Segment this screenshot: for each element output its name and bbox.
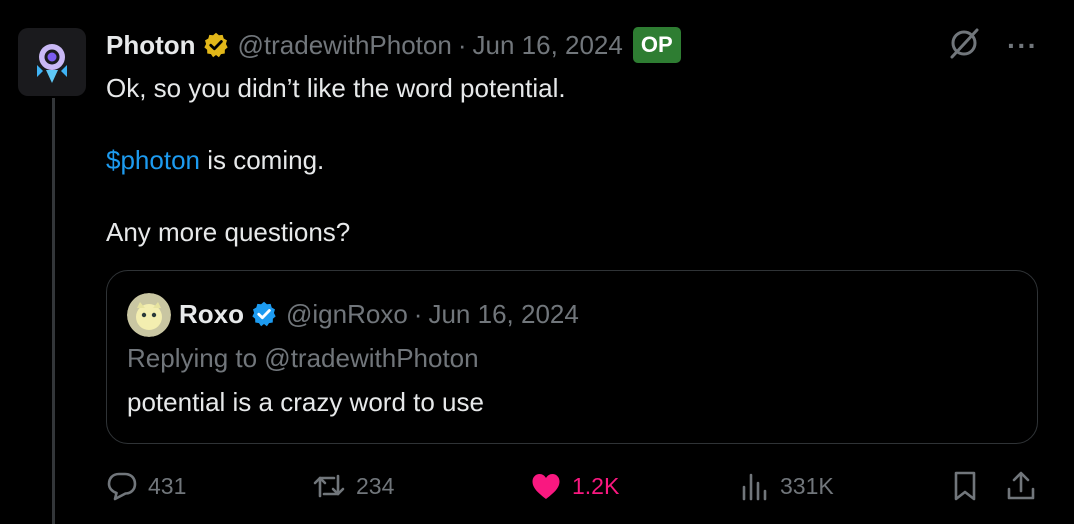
post-text-fragment: is coming. <box>199 145 325 175</box>
quote-header: Roxo @ignRoxo · Jun 16, 2024 <box>179 295 579 333</box>
reply-count: 431 <box>148 472 187 499</box>
post-top-actions: ··· <box>947 26 1038 65</box>
repost-count: 234 <box>356 472 395 499</box>
post-date[interactable]: Jun 16, 2024 <box>473 30 623 61</box>
post-text-line: Any more questions? <box>106 217 351 247</box>
quote-date[interactable]: Jun 16, 2024 <box>428 299 578 330</box>
share-icon <box>1007 471 1035 500</box>
replying-to-label: Replying to @tradewithPhoton <box>127 343 479 373</box>
views-icon <box>742 473 767 501</box>
quote-author-name[interactable]: Roxo <box>179 299 244 330</box>
verified-gold-icon <box>202 31 230 59</box>
post-text-line: $photon is coming. <box>106 142 566 178</box>
post-text: Ok, so you didn’t like the word potentia… <box>106 70 566 250</box>
author-avatar[interactable] <box>18 28 86 96</box>
bookmark-button[interactable] <box>952 466 978 506</box>
grok-icon[interactable] <box>947 26 981 65</box>
post-text-line: Ok, so you didn’t like the word potentia… <box>106 73 566 103</box>
quote-author-avatar[interactable] <box>127 293 171 337</box>
views-button[interactable]: 331K <box>740 466 834 506</box>
cashtag-link[interactable]: $photon <box>106 145 200 175</box>
like-button[interactable]: 1.2K <box>530 466 619 506</box>
quote-header-separator: · <box>413 298 423 329</box>
bookmark-icon <box>954 471 976 501</box>
like-icon <box>532 474 560 499</box>
thread-line <box>52 98 55 524</box>
more-icon[interactable]: ··· <box>1007 31 1038 60</box>
quote-text: potential is a crazy word to use <box>127 387 484 417</box>
verified-blue-icon <box>250 300 278 328</box>
action-bar: 431 234 1.2K 331K <box>106 466 1038 506</box>
like-count: 1.2K <box>572 472 620 499</box>
photon-logo-icon <box>37 44 67 83</box>
post-header: Photon @tradewithPhoton · Jun 16, 2024 O… <box>106 26 681 64</box>
share-button[interactable] <box>1006 466 1036 506</box>
quoted-post-card[interactable]: Roxo @ignRoxo · Jun 16, 2024 Replying to… <box>106 270 1038 444</box>
views-count: 331K <box>780 472 834 499</box>
header-separator: · <box>457 29 467 60</box>
author-handle[interactable]: @tradewithPhoton <box>238 30 452 61</box>
quote-author-handle[interactable]: @ignRoxo <box>286 299 408 330</box>
repost-icon <box>313 474 345 498</box>
op-badge: OP <box>632 27 681 63</box>
repost-button[interactable]: 234 <box>312 466 394 506</box>
reply-icon <box>107 472 137 501</box>
reply-button[interactable]: 431 <box>106 466 186 506</box>
author-name[interactable]: Photon <box>106 30 196 61</box>
